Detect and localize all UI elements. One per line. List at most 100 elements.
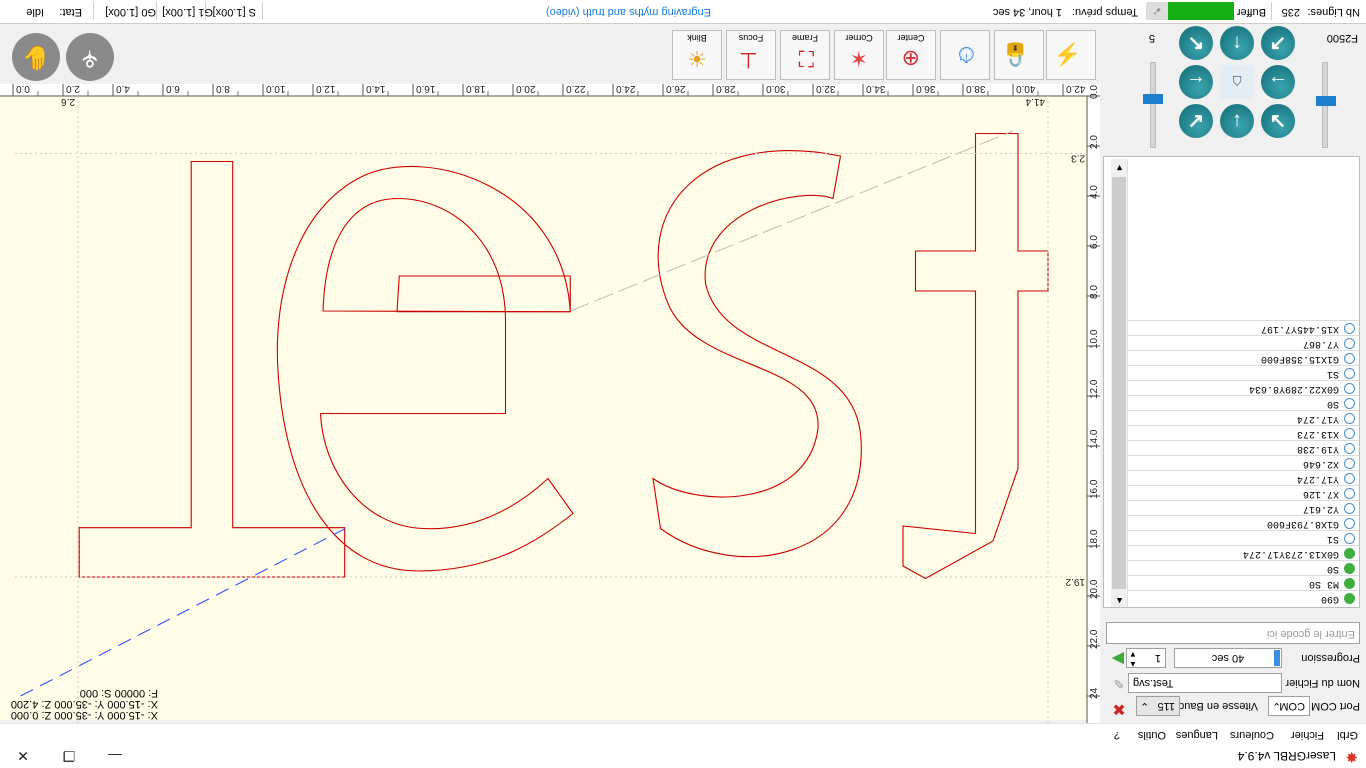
jog-up-button[interactable]: ↑: [1220, 26, 1254, 60]
check-icon: [1344, 578, 1355, 589]
console-line-text: G1X15.358F600: [1260, 353, 1339, 364]
corner-button[interactable]: Corner ✶: [834, 30, 884, 80]
step-slider-thumb[interactable]: [1143, 94, 1163, 104]
ruler-x-label: 24.0: [616, 83, 636, 94]
progress-label: Progression: [1301, 652, 1360, 664]
open-file-icon[interactable]: ✎: [1108, 675, 1124, 691]
tool-bar: ⚡ 🔓 ⏱ Center ⊕ Corner ✶ Frame ⛶ Focus ⊥ …: [0, 24, 1100, 84]
ruler-y-label: 20.0: [1089, 579, 1100, 599]
console-line: Y7.867: [1126, 335, 1359, 351]
help-link[interactable]: Engraving myths and truth (video): [546, 6, 711, 18]
laser-on-button[interactable]: ⚡: [1046, 30, 1096, 80]
console-line: Y17.274: [1126, 470, 1359, 486]
dim-y-min: 2.3: [1071, 153, 1085, 164]
console-scrollbar[interactable]: ▲ ▼: [1111, 159, 1128, 607]
console-line: Y17.274: [1126, 410, 1359, 426]
app-logo-icon: ✸: [1345, 748, 1358, 765]
jog-up-left-button[interactable]: ↖: [1179, 26, 1213, 60]
console-line-text: Y19.238: [1296, 443, 1339, 454]
jog-down-right-button[interactable]: ↘: [1261, 104, 1295, 138]
console-line-text: S0: [1326, 563, 1339, 574]
console-line-text: X13.273: [1296, 428, 1339, 439]
blink-button[interactable]: Blink ☀: [672, 30, 722, 80]
ruler-x-label: 26.0: [666, 83, 686, 94]
run-icon[interactable]: ▶: [1106, 649, 1124, 667]
jog-home-button[interactable]: ⌂: [1220, 65, 1254, 99]
status-bar: Nb Lignes: 235 Buffer ➹ Temps prévu: 1 h…: [0, 0, 1366, 24]
menu-grbl[interactable]: Grbl: [1337, 729, 1358, 741]
ruler-y-label: 2.0: [1089, 135, 1100, 149]
console-line: Y2.617: [1126, 500, 1359, 516]
coordinates-readout: X: -15.000 Y: -35.000 Z: 0.000 X: -15.00…: [11, 687, 158, 721]
check-icon: [1344, 593, 1355, 604]
scroll-thumb[interactable]: [1112, 177, 1126, 589]
lines-label: Nb Lignes:: [1307, 6, 1360, 18]
console-line: Y19.238: [1126, 440, 1359, 456]
ruler-x-label: 2.0: [66, 83, 80, 94]
abort-button[interactable]: ⚘: [66, 33, 114, 81]
pin-icon[interactable]: ➹: [1146, 2, 1168, 20]
jog-down-left-button[interactable]: ↙: [1179, 104, 1213, 138]
state-label: Etat:: [59, 6, 82, 18]
preview-canvas[interactable]: 0.0 2.0 4.0 6.0 8.0 10.0 12.0 14.0 16.0 18.0 20.0 2…: [0, 48, 1100, 768]
buffer-label: Buffer: [1236, 6, 1266, 18]
target-icon: ⊕: [901, 46, 920, 71]
feed-slider-thumb[interactable]: [1316, 96, 1336, 106]
stop-button[interactable]: ✋: [12, 33, 60, 81]
menu-outils[interactable]: Outils: [1138, 729, 1166, 741]
console-line-text: M3 S0: [1308, 578, 1339, 589]
console-line-text: Y17.274: [1296, 413, 1339, 424]
jog-right-button[interactable]: →: [1261, 65, 1295, 99]
ruler-x-label: 20.0: [516, 83, 536, 94]
port-select[interactable]: COM ⌄: [1268, 696, 1310, 716]
reset-button[interactable]: ⏱: [940, 30, 990, 80]
ruler-y-label: 6.0: [1089, 235, 1100, 249]
console-line-text: Y7.867: [1302, 338, 1339, 349]
jog-down-button[interactable]: ↓: [1220, 104, 1254, 138]
unlock-button[interactable]: 🔓: [994, 30, 1044, 80]
queued-icon: [1344, 473, 1355, 484]
console-line-text: Y17.274: [1296, 473, 1339, 484]
baud-select[interactable]: 115 ⌄: [1136, 696, 1180, 716]
ruler-x-label: 30.0: [766, 83, 786, 94]
console-line-text: Y2.617: [1302, 503, 1339, 514]
passes-stepper[interactable]: 1 ▲ ▼: [1126, 648, 1166, 669]
console-line: G0X22.289Y8.634: [1126, 380, 1359, 396]
s-override: S [1.00x]: [212, 6, 256, 18]
menu-couleurs[interactable]: Couleurs: [1230, 729, 1274, 741]
console-line-text: S1: [1326, 533, 1339, 544]
ruler-y-label: 10.0: [1089, 329, 1100, 349]
stepper-arrows-icon[interactable]: ▲ ▼: [1129, 649, 1137, 669]
menu-langues[interactable]: Langues: [1176, 729, 1218, 741]
frame-icon: ⛶: [798, 46, 814, 71]
scroll-up-icon[interactable]: ▼: [1115, 163, 1124, 173]
jog-up-right-button[interactable]: ↗: [1261, 26, 1295, 60]
console-line-text: X2.646: [1302, 458, 1339, 469]
dim-y-max: 19.2: [1065, 576, 1085, 587]
frame-button[interactable]: Frame ⛶: [780, 30, 830, 80]
step-slider[interactable]: [1150, 62, 1156, 148]
console-line: G0X13.273Y17.274: [1126, 545, 1359, 561]
center-button[interactable]: Center ⊕: [886, 30, 936, 80]
console-line: X2.646: [1126, 455, 1359, 471]
jog-left-button[interactable]: ←: [1179, 65, 1213, 99]
queued-icon: [1344, 323, 1355, 334]
menu-help[interactable]: ?: [1114, 729, 1120, 741]
console-line: X15.445Y7.197: [1126, 320, 1359, 336]
dim-x-min: 2.6: [61, 96, 75, 107]
ruler-x-label: 38.0: [966, 83, 986, 94]
connect-icon[interactable]: ✖: [1108, 697, 1130, 719]
ruler-y-label: 16.0: [1089, 479, 1100, 499]
menu-fichier[interactable]: Fichier: [1291, 729, 1324, 741]
check-icon: [1344, 548, 1355, 559]
ruler-x-label: 12.0: [316, 83, 336, 94]
gcode-input[interactable]: Entrer le gcode ici: [1106, 622, 1360, 644]
console-list[interactable]: G90 M3 S0 S0 G0X13.273Y17.274 S1 G1X8.793F600…: [1103, 156, 1360, 608]
state-value: Idle: [26, 6, 44, 18]
scroll-down-icon[interactable]: ▲: [1115, 596, 1124, 606]
console-line: S1: [1126, 530, 1359, 546]
focus-icon: ⊥: [738, 48, 758, 73]
queued-icon: [1344, 383, 1355, 394]
ruler-y-label: 18.0: [1089, 529, 1100, 549]
focus-button[interactable]: Focus ⊥: [726, 30, 776, 80]
